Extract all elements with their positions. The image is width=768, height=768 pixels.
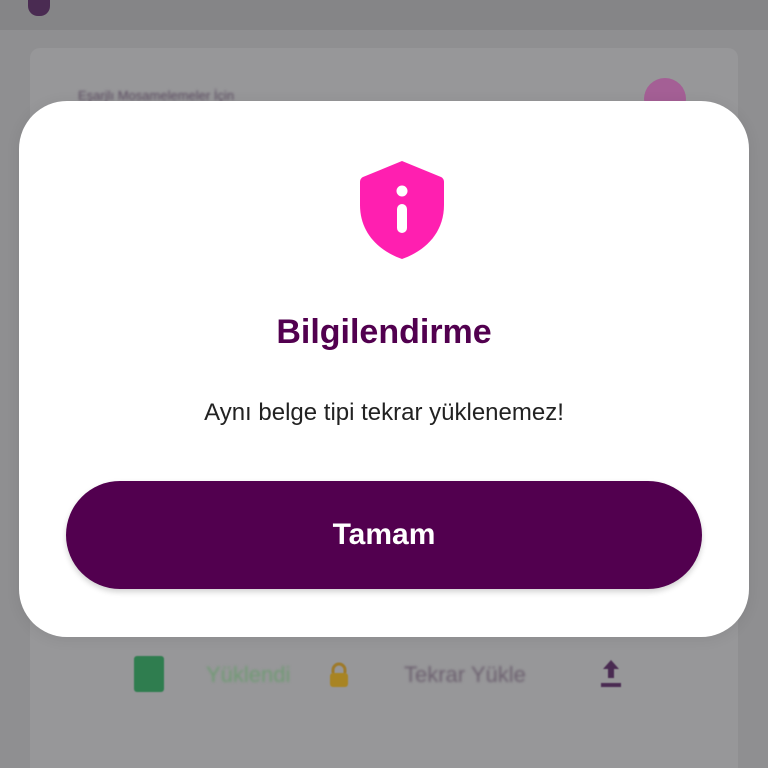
dialog-title: Bilgilendirme	[276, 313, 492, 351]
app-header	[0, 0, 768, 30]
back-icon	[28, 0, 50, 16]
lock-icon	[330, 662, 348, 687]
shield-info-icon	[360, 161, 444, 259]
ok-button[interactable]: Tamam	[66, 481, 702, 589]
screen: Eşarjlı Mosamelemeler İçin Yüklendi Tekr…	[0, 0, 768, 768]
info-dialog: Bilgilendirme Aynı belge tipi tekrar yük…	[19, 101, 749, 637]
reupload-link: Tekrar Yükle	[404, 662, 526, 687]
upload-icon	[601, 660, 621, 687]
uploaded-file-row: Yüklendi Tekrar Yükle	[110, 636, 670, 716]
file-icon	[134, 656, 164, 692]
upload-status-label: Yüklendi	[206, 662, 291, 687]
dialog-message: Aynı belge tipi tekrar yüklenemez!	[204, 399, 564, 426]
